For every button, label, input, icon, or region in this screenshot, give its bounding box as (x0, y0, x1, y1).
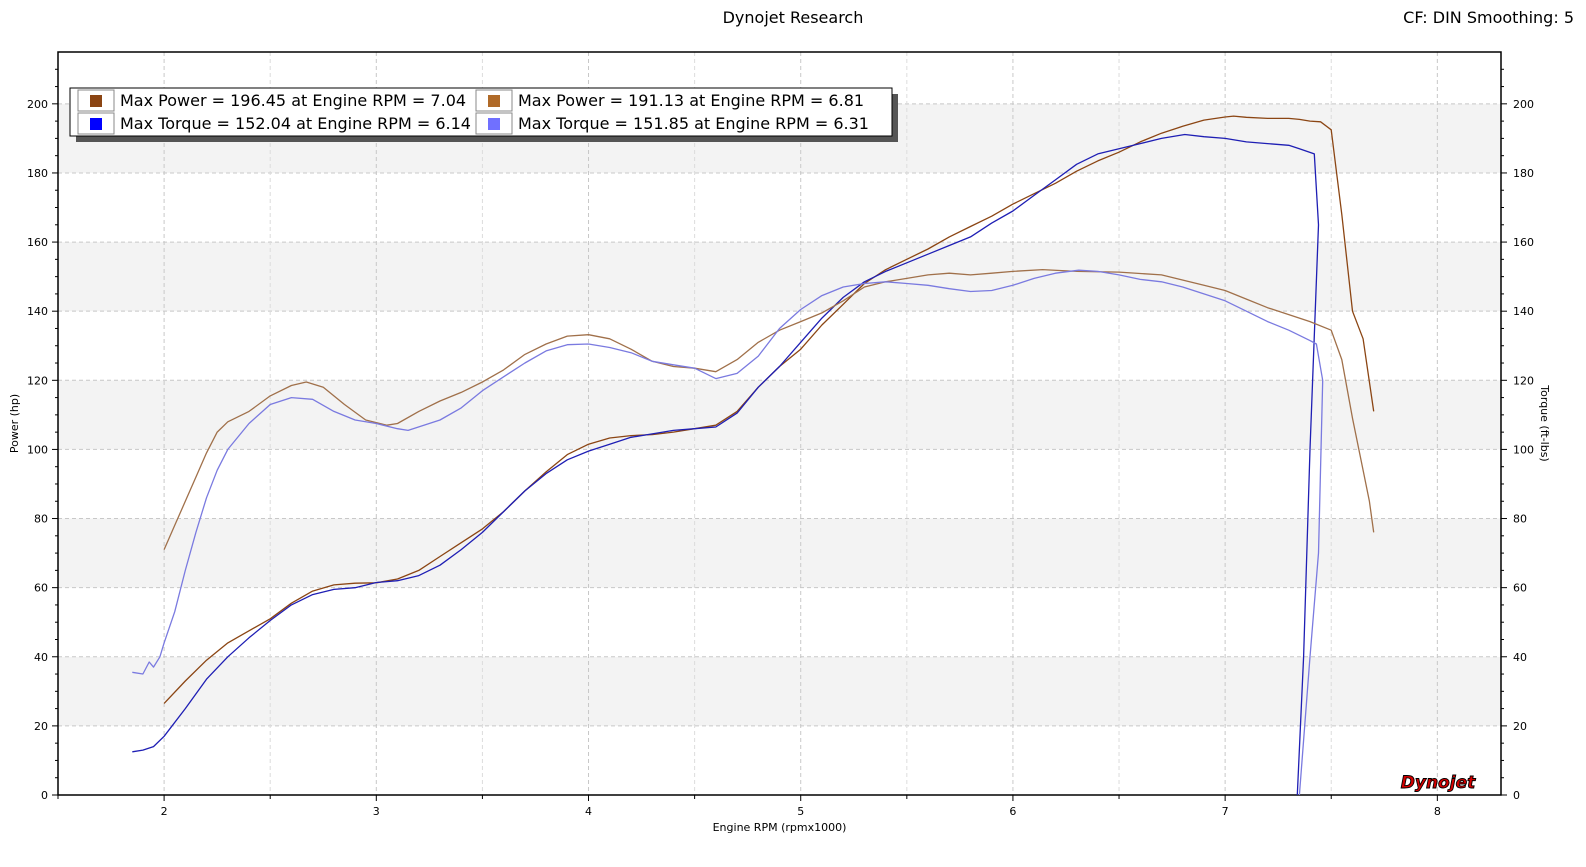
y-tick-label-left: 120 (27, 374, 48, 387)
x-tick-label: 6 (1009, 805, 1016, 818)
grid-band (58, 518, 1501, 588)
y-tick-label-left: 20 (34, 720, 48, 733)
grid-band (58, 380, 1501, 450)
legend-entry: Max Torque = 152.04 at Engine RPM = 6.14 (120, 114, 471, 133)
grid-band (58, 311, 1501, 381)
x-tick-label: 2 (161, 805, 168, 818)
x-tick-label: 3 (373, 805, 380, 818)
y-tick-label-left: 40 (34, 651, 48, 664)
grid-band (58, 725, 1501, 795)
y-tick-label-right: 100 (1513, 443, 1534, 456)
y-tick-label-right: 0 (1513, 789, 1520, 802)
y-tick-label-right: 20 (1513, 720, 1527, 733)
y-tick-label-left: 140 (27, 305, 48, 318)
legend-swatch (90, 95, 102, 107)
y-tick-label-right: 40 (1513, 651, 1527, 664)
legend-entry: Max Power = 196.45 at Engine RPM = 7.04 (120, 91, 466, 110)
legend-entry: Max Torque = 151.85 at Engine RPM = 6.31 (518, 114, 869, 133)
y-tick-label-right: 120 (1513, 374, 1534, 387)
y-tick-label-right: 140 (1513, 305, 1534, 318)
left-axis-ticks: 0 20 40 60 80 100 120 140 160 180 200 (27, 68, 58, 802)
y-axis-label-left: Power (hp) (8, 394, 21, 453)
legend: Max Power = 196.45 at Engine RPM = 7.04 M… (69, 87, 898, 142)
x-tick-label: 4 (585, 805, 592, 818)
x-tick-label: 8 (1434, 805, 1441, 818)
y-tick-label-left: 80 (34, 513, 48, 526)
y-tick-label-left: 200 (27, 98, 48, 111)
right-axis-ticks: 0 20 40 60 80 100 120 140 160 180 200 (1501, 68, 1534, 802)
x-axis-label: Engine RPM (rpmx1000) (713, 821, 847, 834)
y-tick-label-left: 180 (27, 167, 48, 180)
y-tick-label-right: 60 (1513, 582, 1527, 595)
legend-swatch (90, 118, 102, 130)
legend-swatch (488, 118, 500, 130)
x-tick-label: 5 (797, 805, 804, 818)
dyno-chart: 0 20 40 60 80 100 120 140 160 180 200 0 20 40 60 80 100… (8, 51, 1551, 834)
grid-band (58, 242, 1501, 312)
x-axis-ticks: 2 3 4 5 6 7 8 (57, 795, 1441, 818)
grid-band (58, 656, 1501, 726)
y-tick-label-right: 180 (1513, 167, 1534, 180)
dynojet-logo: Dynojet (1400, 773, 1476, 794)
grid-band (58, 449, 1501, 519)
logo-text: Dynojet (1401, 773, 1476, 793)
y-tick-label-left: 160 (27, 236, 48, 249)
legend-swatch (488, 95, 500, 107)
x-tick-label: 7 (1222, 805, 1229, 818)
y-tick-label-right: 80 (1513, 513, 1527, 526)
y-axis-label-right: Torque (ft-lbs) (1538, 384, 1551, 461)
y-tick-label-left: 0 (41, 789, 48, 802)
grid-band (58, 172, 1501, 243)
y-tick-label-right: 200 (1513, 98, 1534, 111)
background-bands (58, 52, 1501, 795)
grid-band (58, 587, 1501, 657)
legend-entry: Max Power = 191.13 at Engine RPM = 6.81 (518, 91, 864, 110)
y-tick-label-right: 160 (1513, 236, 1534, 249)
y-tick-label-left: 60 (34, 582, 48, 595)
y-tick-label-left: 100 (27, 443, 48, 456)
